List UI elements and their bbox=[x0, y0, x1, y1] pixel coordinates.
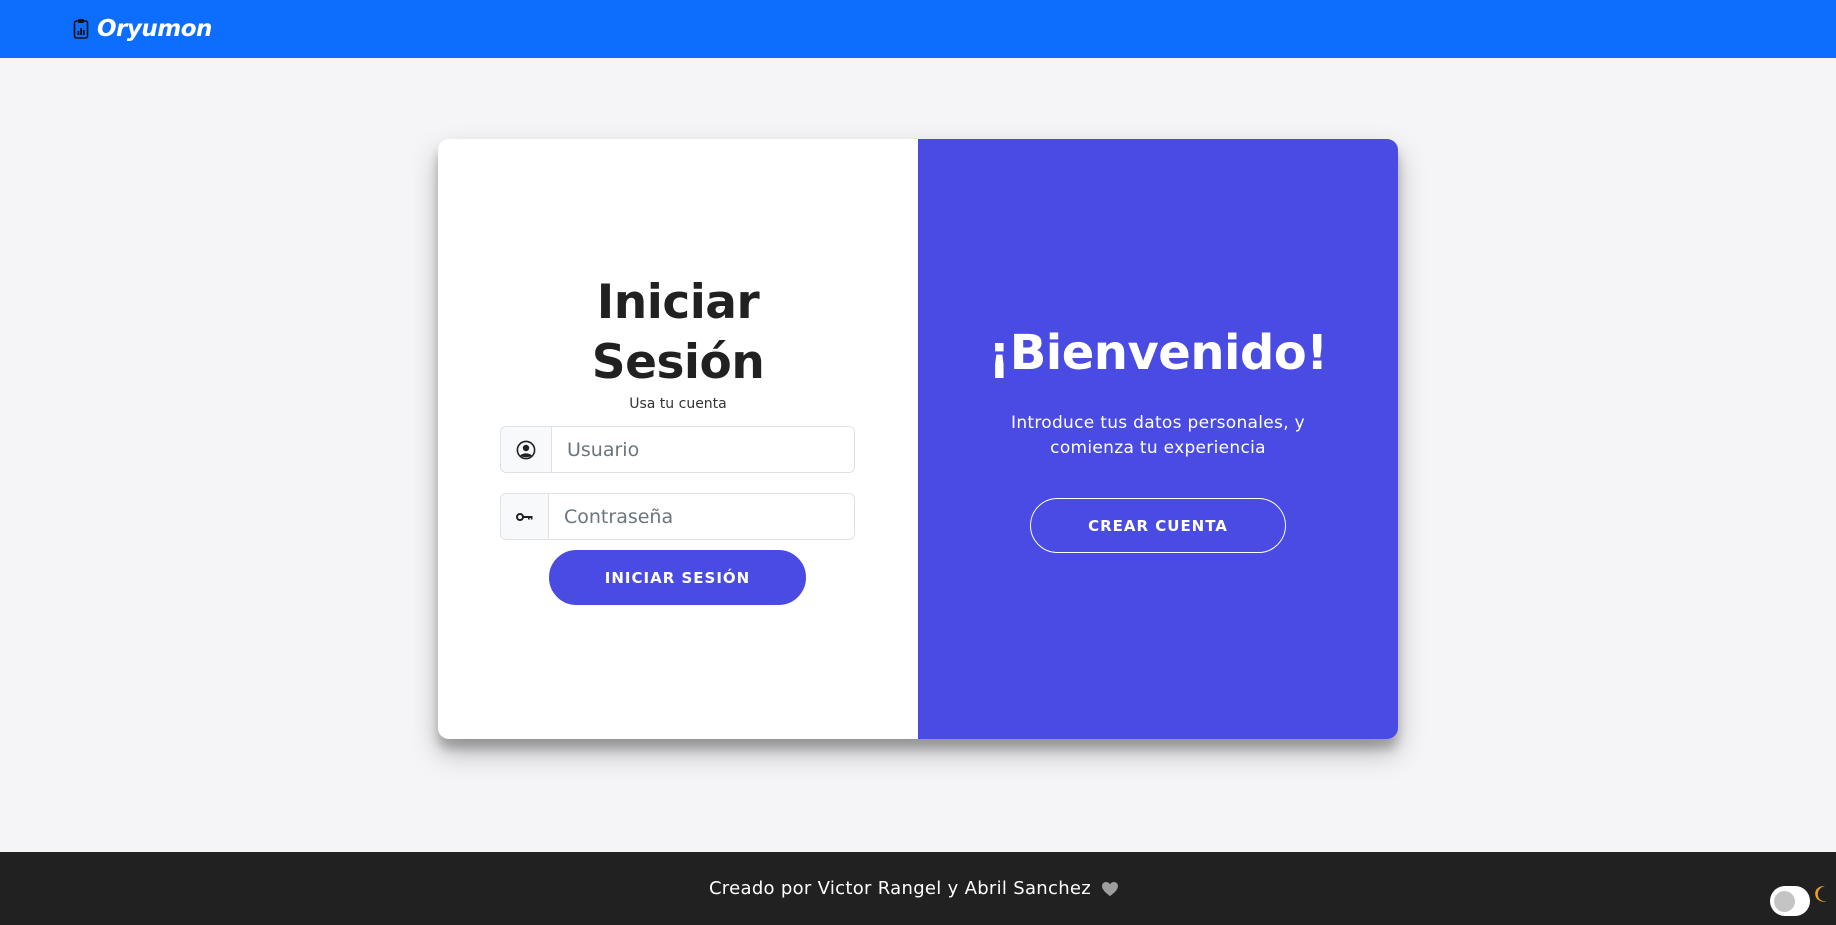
brand-link[interactable]: Oryumon bbox=[73, 16, 212, 42]
login-button[interactable]: INICIAR SESIÓN bbox=[549, 550, 806, 605]
navbar: Oryumon bbox=[0, 0, 1836, 58]
username-group bbox=[500, 426, 855, 473]
key-icon bbox=[501, 494, 549, 539]
footer-credits: Creado por Victor Rangel y Abril Sanchez bbox=[709, 878, 1119, 899]
password-input[interactable] bbox=[549, 494, 854, 539]
welcome-title: ¡Bienvenido! bbox=[988, 325, 1328, 381]
user-circle-icon bbox=[501, 427, 552, 472]
footer: Creado por Victor Rangel y Abril Sanchez bbox=[0, 852, 1836, 925]
moon-icon bbox=[1812, 884, 1832, 904]
password-group bbox=[500, 493, 855, 540]
username-input[interactable] bbox=[552, 427, 854, 472]
heart-icon bbox=[1101, 881, 1119, 897]
clipboard-chart-icon bbox=[73, 18, 89, 40]
login-panel: Iniciar Sesión Usa tu cuenta Usuario INI… bbox=[438, 139, 918, 739]
login-subtitle: Usa tu cuenta bbox=[629, 396, 727, 412]
welcome-panel: ¡Bienvenido! Introduce tus datos persona… bbox=[918, 139, 1398, 739]
welcome-text: Introduce tus datos personales, y comien… bbox=[1011, 413, 1305, 458]
theme-toggle[interactable] bbox=[1770, 886, 1810, 916]
footer-text: Creado por Victor Rangel y Abril Sanchez bbox=[708, 878, 1092, 899]
brand-name: Oryumon bbox=[97, 16, 212, 42]
login-title: Iniciar Sesión bbox=[591, 275, 765, 390]
toggle-knob bbox=[1774, 891, 1795, 912]
create-account-button[interactable]: CREAR CUENTA bbox=[1030, 498, 1286, 553]
login-card: Iniciar Sesión Usa tu cuenta Usuario INI… bbox=[438, 139, 1398, 739]
